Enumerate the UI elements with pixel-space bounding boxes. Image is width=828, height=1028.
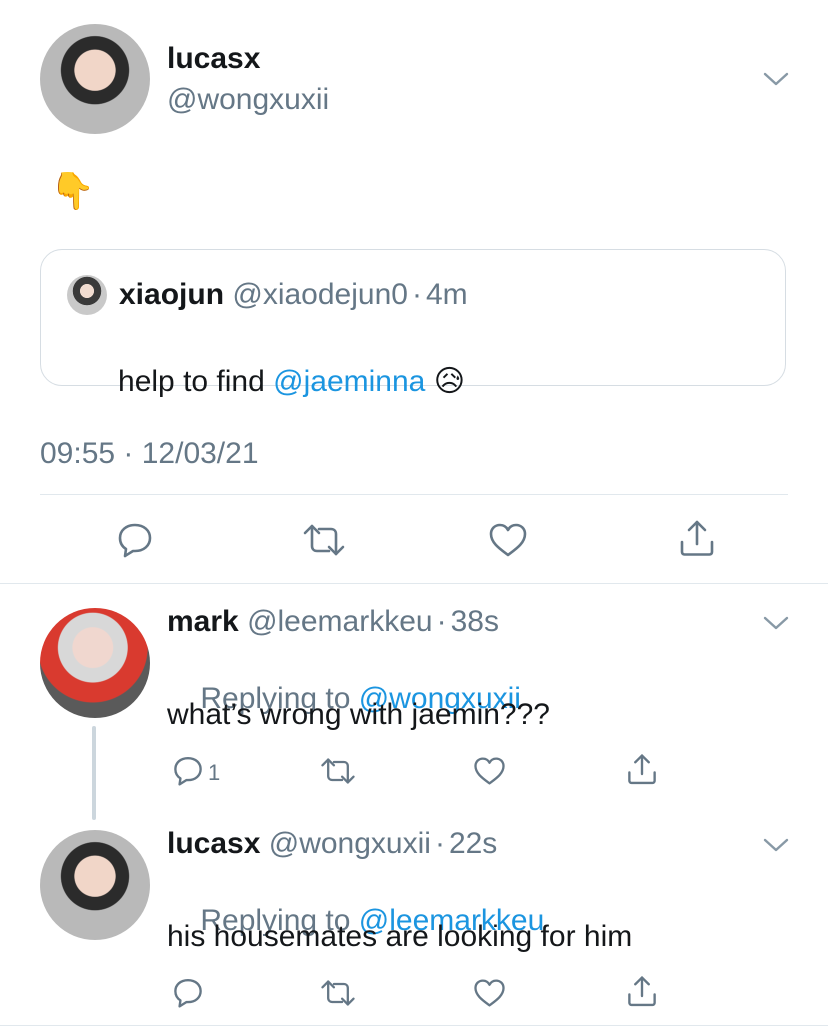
separator-dot: · xyxy=(436,605,447,638)
sad-relieved-emoji: 😥 xyxy=(433,365,465,398)
quoted-display-name: xiaojun xyxy=(119,278,225,311)
retweet-icon[interactable] xyxy=(302,522,346,558)
display-name[interactable]: lucasx xyxy=(167,827,260,860)
quoted-text: help to find xyxy=(118,365,274,398)
avatar[interactable] xyxy=(40,24,150,134)
reply-icon[interactable] xyxy=(172,976,204,1008)
reply-icon[interactable] xyxy=(172,754,204,786)
user-handle[interactable]: @leemarkkeu xyxy=(247,605,433,638)
like-icon[interactable] xyxy=(473,978,506,1008)
reply-time[interactable]: 38s xyxy=(451,605,499,638)
avatar[interactable] xyxy=(40,830,150,940)
like-icon[interactable] xyxy=(488,522,528,558)
reply-time[interactable]: 22s xyxy=(449,827,497,860)
chevron-down-icon[interactable] xyxy=(762,836,790,854)
section-divider xyxy=(0,1025,828,1026)
avatar[interactable] xyxy=(40,608,150,718)
section-divider xyxy=(0,583,828,584)
display-name[interactable]: lucasx xyxy=(167,42,260,76)
avatar xyxy=(67,275,107,315)
mention-link[interactable]: @jaeminna xyxy=(273,365,425,398)
share-icon[interactable] xyxy=(626,974,658,1008)
separator-dot: · xyxy=(411,278,422,311)
quoted-time: 4m xyxy=(425,278,468,311)
retweet-icon[interactable] xyxy=(320,756,356,786)
user-handle[interactable]: @wongxuxii xyxy=(167,83,329,117)
tweet-timestamp[interactable]: 09:55 · 12/03/21 xyxy=(40,436,259,472)
reply-text: what’s wrong with jaemin??? xyxy=(167,698,550,731)
divider xyxy=(40,494,788,495)
chevron-down-icon[interactable] xyxy=(762,614,790,632)
like-icon[interactable] xyxy=(473,756,506,786)
quoted-tweet-card[interactable]: xiaojun @xiaodejun0 · 4m help to find @jae… xyxy=(40,249,786,398)
user-handle[interactable]: @wongxuxii xyxy=(269,827,431,860)
share-icon[interactable] xyxy=(678,518,716,558)
chevron-down-icon[interactable] xyxy=(762,70,790,88)
pointing-down-emoji: 👇 xyxy=(50,170,95,211)
reply-icon[interactable] xyxy=(116,520,154,558)
separator-dot: · xyxy=(434,827,445,860)
display-name[interactable]: mark xyxy=(167,605,239,638)
share-icon[interactable] xyxy=(626,752,658,786)
quoted-handle: @xiaodejun0 xyxy=(232,278,408,311)
reply-count: 1 xyxy=(208,760,221,785)
reply-text: his housemates are looking for him xyxy=(167,920,633,953)
thread-line xyxy=(92,726,96,820)
retweet-icon[interactable] xyxy=(320,978,356,1008)
